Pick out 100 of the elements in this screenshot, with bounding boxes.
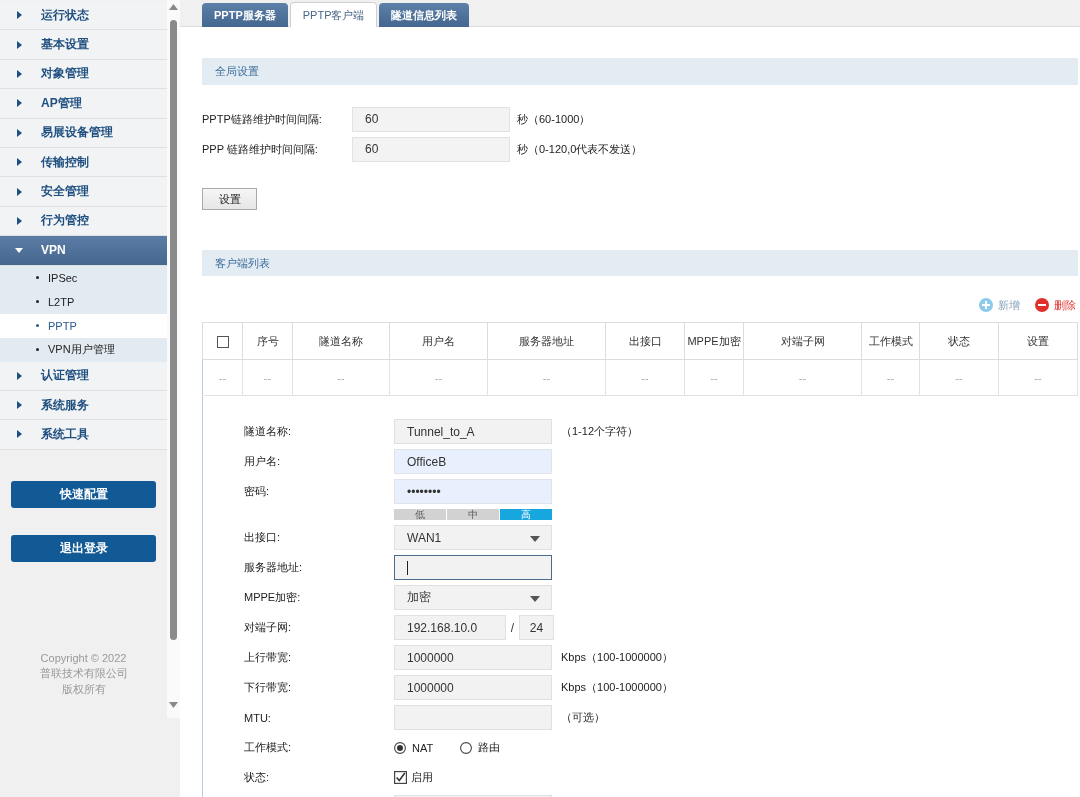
column-header: 对端子网 xyxy=(743,322,862,360)
caret-right-icon xyxy=(17,401,22,410)
field-hint: Kbps（100-1000000） xyxy=(561,680,673,695)
password-field[interactable]: •••••••• xyxy=(394,479,552,504)
column-header: 用户名 xyxy=(389,322,488,360)
input-field[interactable]: 60 xyxy=(352,107,510,132)
input-field[interactable]: OfficeB xyxy=(394,449,552,474)
dropdown[interactable]: WAN1 xyxy=(394,525,552,550)
input-field[interactable] xyxy=(394,555,552,580)
field-label: 出接口: xyxy=(244,530,282,545)
strength-segment: 中 xyxy=(447,509,499,520)
sidebar-button[interactable]: 退出登录 xyxy=(11,534,156,562)
caret-right-icon xyxy=(17,40,22,49)
sidebar-item[interactable]: VPN xyxy=(0,236,167,266)
caret-right-icon xyxy=(17,371,22,380)
column-header: 设置 xyxy=(998,322,1078,360)
sidebar-subitem[interactable]: IPSec xyxy=(0,265,167,290)
table-cell: -- xyxy=(743,359,862,396)
input-field[interactable]: 1000000 xyxy=(394,675,552,700)
table-cell: -- xyxy=(919,359,999,396)
tab[interactable]: PPTP客户端 xyxy=(289,2,378,27)
table-cell: -- xyxy=(605,359,685,396)
column-header: 隧道名称 xyxy=(292,322,390,360)
scrollbar-track[interactable] xyxy=(167,0,180,718)
separator-text: / xyxy=(509,620,516,635)
column-header: 服务器地址 xyxy=(487,322,606,360)
tab[interactable]: PPTP服务器 xyxy=(202,3,288,27)
set-button[interactable]: 设置 xyxy=(202,188,257,210)
radio-option[interactable]: 路由 xyxy=(460,740,501,755)
table-cell: -- xyxy=(861,359,920,396)
radio-option[interactable]: NAT xyxy=(394,740,434,755)
sidebar-button[interactable]: 快速配置 xyxy=(11,480,156,508)
table-cell: -- xyxy=(389,359,488,396)
checkbox-option[interactable]: 启用 xyxy=(394,770,433,785)
field-label: 工作模式: xyxy=(244,740,293,755)
caret-right-icon xyxy=(17,128,22,137)
field-label: 服务器地址: xyxy=(244,560,304,575)
scroll-up-icon[interactable] xyxy=(169,4,178,10)
field-hint: 秒（60-1000） xyxy=(517,112,591,127)
field-label: 隧道名称: xyxy=(244,424,293,439)
copyright-text: 版权所有 xyxy=(61,681,106,697)
field-label: MPPE加密: xyxy=(244,590,302,605)
table-cell: -- xyxy=(292,359,390,396)
input-field[interactable]: 60 xyxy=(352,137,510,162)
table-cell: -- xyxy=(242,359,293,396)
column-header: MPPE加密 xyxy=(684,322,744,360)
scrollbar-thumb[interactable] xyxy=(170,20,177,640)
field-label: 用户名: xyxy=(244,454,282,469)
field-hint: （1-12个字符） xyxy=(561,424,639,439)
caret-right-icon xyxy=(17,69,22,78)
caret-right-icon xyxy=(17,11,22,20)
caret-down-icon xyxy=(15,247,23,253)
caret-right-icon xyxy=(17,430,22,439)
scroll-down-icon[interactable] xyxy=(169,702,178,708)
sidebar-subitem[interactable]: L2TP xyxy=(0,289,167,314)
field-label: 上行带宽: xyxy=(244,650,293,665)
copyright-text: 普联技术有限公司 xyxy=(39,666,128,681)
field-label: 密码: xyxy=(244,484,271,499)
caret-right-icon xyxy=(17,216,22,225)
field-label: PPTP链路维护时间间隔: xyxy=(202,112,323,127)
section-header: 客户端列表 xyxy=(202,250,1078,276)
input-field[interactable]: 192.168.10.0 xyxy=(394,615,506,640)
bullet-icon xyxy=(36,300,39,303)
strength-segment: 高 xyxy=(500,509,552,520)
delete-link[interactable]: 删除 xyxy=(1035,297,1076,313)
column-header: 出接口 xyxy=(605,322,685,360)
field-label: PPP 链路维护时间间隔: xyxy=(202,142,319,157)
bullet-icon xyxy=(36,276,39,279)
table-cell: -- xyxy=(487,359,606,396)
caret-right-icon xyxy=(17,99,22,108)
field-hint: （可选） xyxy=(561,710,605,725)
tab[interactable]: 隧道信息列表 xyxy=(379,3,470,27)
column-header: 工作模式 xyxy=(861,322,920,360)
section-header: 全局设置 xyxy=(202,58,1078,85)
caret-down-icon xyxy=(530,596,540,602)
checkbox[interactable] xyxy=(216,335,229,348)
field-label: MTU: xyxy=(244,711,272,724)
sidebar-subitem[interactable]: VPN用户管理 xyxy=(0,337,167,362)
caret-down-icon xyxy=(530,536,540,542)
column-header: 序号 xyxy=(242,322,293,360)
table-cell: -- xyxy=(202,359,243,396)
field-label: 状态: xyxy=(244,770,271,785)
bullet-icon xyxy=(36,348,39,351)
column-header: 状态 xyxy=(919,322,999,360)
bullet-icon xyxy=(36,324,39,327)
table-cell: -- xyxy=(684,359,744,396)
input-field[interactable]: Tunnel_to_A xyxy=(394,419,552,444)
minus-circle-icon xyxy=(1035,298,1049,312)
sidebar-subitem[interactable]: PPTP xyxy=(0,313,167,338)
field-label: 对端子网: xyxy=(244,620,293,635)
field-label: 下行带宽: xyxy=(244,680,293,695)
input-field[interactable]: 1000000 xyxy=(394,645,552,670)
field-hint: 秒（0-120,0代表不发送） xyxy=(517,142,643,157)
text-cursor-icon xyxy=(407,560,408,575)
caret-right-icon xyxy=(17,187,22,196)
field-hint: Kbps（100-1000000） xyxy=(561,650,673,665)
input-field[interactable]: 24 xyxy=(519,615,554,640)
plus-circle-icon xyxy=(979,298,993,312)
table-cell: -- xyxy=(998,359,1078,396)
dropdown[interactable]: 加密 xyxy=(394,585,552,610)
